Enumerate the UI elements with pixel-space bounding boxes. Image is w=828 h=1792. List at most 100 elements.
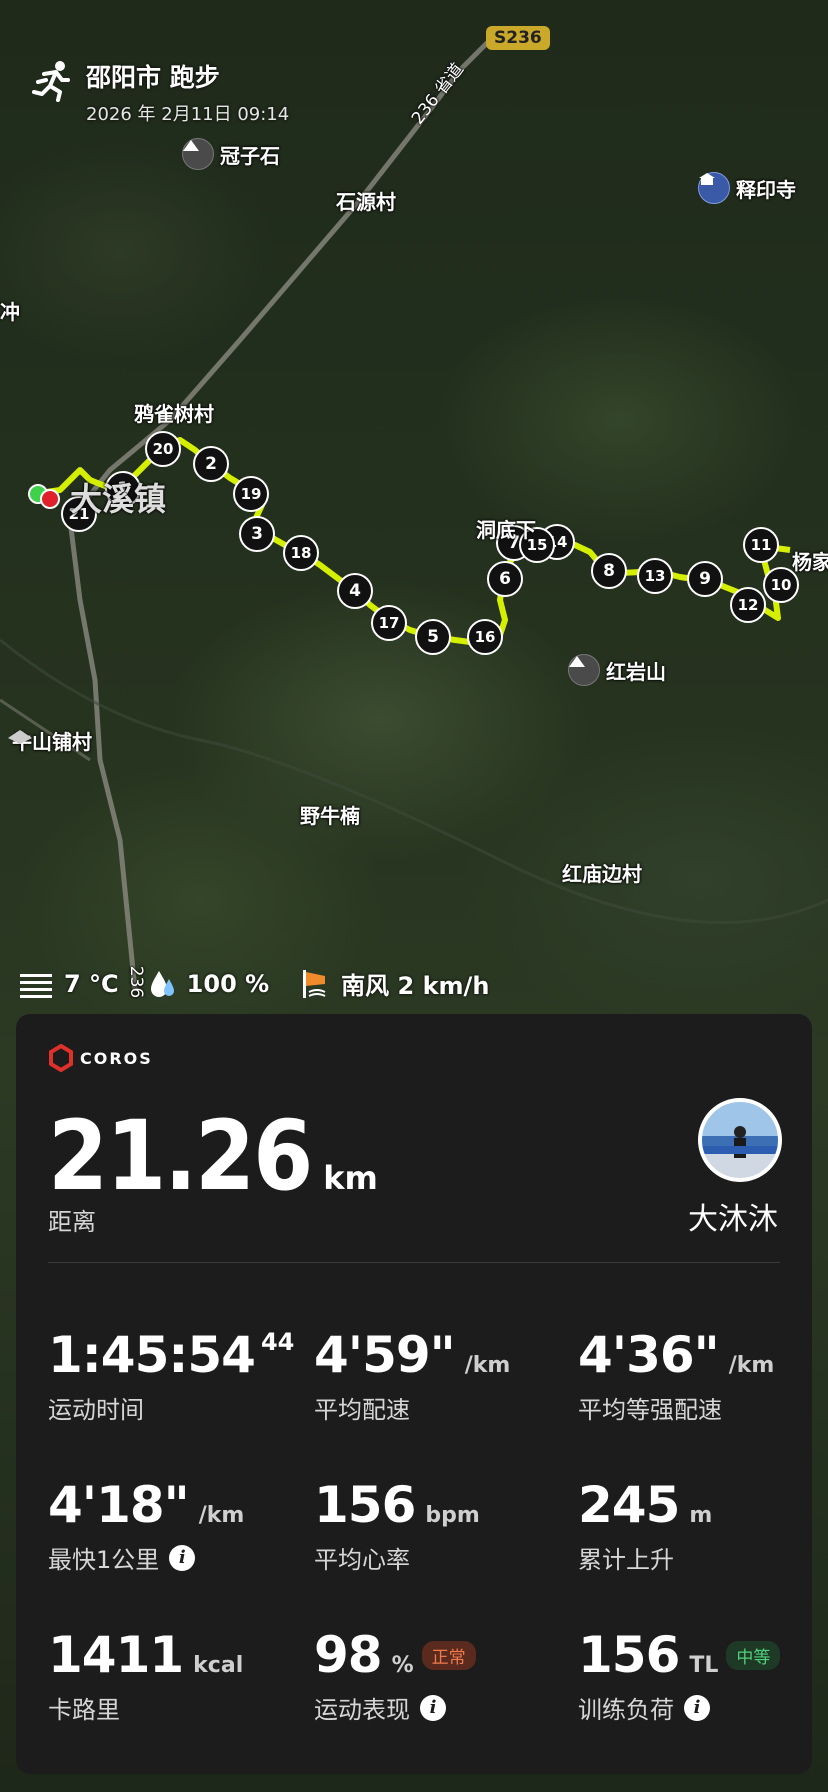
km-marker[interactable]: 11 <box>743 527 779 563</box>
stat-unit: /km <box>464 1353 511 1378</box>
info-icon[interactable]: i <box>420 1694 446 1721</box>
road-badge-s236: S236 <box>486 26 550 50</box>
brand-logo: COROS <box>48 1044 153 1072</box>
distance-label: 距离 <box>48 1208 96 1236</box>
stat-label: 累计上升 <box>578 1546 674 1574</box>
weather-bar: 7 °C 100 % 南风 2 km/h <box>18 966 519 1001</box>
stat-unit: kcal <box>193 1653 244 1678</box>
distance-number: 21.26 <box>48 1100 313 1212</box>
activity-header: 邵阳市 跑步 2026 年 2月11日 09:14 <box>30 58 289 126</box>
stat-label: 平均等强配速 <box>578 1396 722 1424</box>
stat-performance: 98% 正常 运动表现 i <box>314 1626 564 1725</box>
status-badge: 正常 <box>421 1640 476 1670</box>
stat-label: 运动表现 <box>314 1696 410 1724</box>
temperature-item: 7 °C <box>18 970 119 998</box>
km-marker[interactable]: 5 <box>415 619 451 655</box>
poi-shiyinsi[interactable]: 释印寺 <box>698 172 796 204</box>
stat-hundredths: 44 <box>260 1328 295 1356</box>
stat-unit: /km <box>198 1503 245 1528</box>
village-shiyuancun: 石源村 <box>336 190 396 214</box>
km-marker[interactable]: 4 <box>337 573 373 609</box>
stat-label: 运动时间 <box>48 1396 144 1424</box>
stat-value: 156 <box>578 1626 680 1684</box>
stat-value: 4'59" <box>314 1326 456 1384</box>
place-yeniunan: 野牛楠 <box>300 804 360 828</box>
avatar-image <box>702 1126 778 1158</box>
brand-name: COROS <box>80 1048 153 1068</box>
status-badge: 中等 <box>726 1640 781 1670</box>
place-chong: 冲 <box>0 300 20 324</box>
fog-icon <box>20 973 52 998</box>
km-marker[interactable]: 13 <box>637 558 673 594</box>
town-label: 大溪镇 <box>70 480 167 518</box>
divider <box>48 1262 780 1263</box>
wind-value: 南风 2 km/h <box>341 972 490 1000</box>
stat-value: 1:45:54 <box>48 1326 256 1384</box>
poi-label: 释印寺 <box>736 177 796 202</box>
stat-ascent: 245 m 累计上升 <box>578 1476 828 1575</box>
stat-duration: 1:45:54 44 运动时间 <box>48 1326 298 1425</box>
stat-value: 4'18" <box>48 1476 190 1534</box>
km-marker[interactable]: 8 <box>591 553 627 589</box>
stat-value: 245 <box>578 1476 680 1534</box>
poi-niushanpucun[interactable]: 牛山铺村 <box>6 726 92 755</box>
stat-label: 平均配速 <box>314 1396 410 1424</box>
stat-training-load: 156 TL 中等 训练负荷 i <box>578 1626 828 1725</box>
village-yangjia: 杨家 <box>792 550 828 574</box>
stat-avg-hr: 156 bpm 平均心率 <box>314 1476 564 1575</box>
km-marker[interactable]: 6 <box>487 561 523 597</box>
activity-datetime: 2026 年 2月11日 09:14 <box>86 104 290 125</box>
activity-title: 邵阳市 跑步 <box>86 63 220 92</box>
stat-value: 98 <box>314 1626 383 1684</box>
stat-avg-pace: 4'59" /km 平均配速 <box>314 1326 564 1425</box>
km-marker[interactable]: 17 <box>371 605 407 641</box>
end-marker[interactable] <box>40 489 60 509</box>
stat-fastest-km: 4'18" /km 最快1公里 i <box>48 1476 298 1575</box>
km-marker[interactable]: 16 <box>467 619 503 655</box>
km-marker[interactable]: 3 <box>239 516 275 552</box>
stat-label: 训练负荷 <box>578 1696 674 1724</box>
stats-card: COROS 21.26 km 距离 大沐沐 1:45:54 44 运动时间 4'5… <box>16 1014 812 1774</box>
km-marker[interactable]: 12 <box>730 587 766 623</box>
temple-icon <box>698 172 730 204</box>
km-marker[interactable]: 2 <box>193 446 229 482</box>
poi-label: 红岩山 <box>606 659 666 684</box>
km-marker[interactable]: 20 <box>145 431 181 467</box>
village-yaqueshucun: 鸦雀树村 <box>134 402 214 426</box>
stat-value: 1411 <box>48 1626 184 1684</box>
stat-unit: % <box>391 1653 414 1678</box>
distance-value: 21.26 km <box>48 1100 378 1212</box>
stat-unit: m <box>689 1503 713 1528</box>
stat-unit: /km <box>728 1353 775 1378</box>
stat-value: 4'36" <box>578 1326 720 1384</box>
temperature-value: 7 °C <box>64 969 119 998</box>
stat-unit: TL <box>689 1653 719 1678</box>
avatar[interactable] <box>698 1098 782 1182</box>
info-icon[interactable]: i <box>684 1694 710 1721</box>
stat-calories: 1411 kcal 卡路里 <box>48 1626 298 1725</box>
running-icon <box>32 61 70 102</box>
run-route <box>39 437 791 645</box>
mountain-icon <box>182 138 214 170</box>
village-hongmiaobiancun: 红庙边村 <box>562 862 642 886</box>
wind-flag-icon <box>303 969 326 998</box>
poi-label: 冠子石 <box>220 143 280 168</box>
poi-guanzishi[interactable]: 冠子石 <box>182 138 280 170</box>
humidity-value: 100 % <box>186 969 270 998</box>
mountain-icon <box>568 654 600 686</box>
stat-adjusted-pace: 4'36" /km 平均等强配速 <box>578 1326 828 1425</box>
stat-label: 卡路里 <box>48 1696 120 1724</box>
wind-item: 南风 2 km/h <box>299 966 489 1001</box>
coros-logo-icon <box>49 1044 73 1072</box>
stat-value: 156 <box>314 1476 416 1534</box>
poi-hongyanshan[interactable]: 红岩山 <box>568 654 666 686</box>
username[interactable]: 大沐沐 <box>688 1194 778 1238</box>
humidity-icon <box>150 970 174 997</box>
info-icon[interactable]: i <box>169 1544 196 1571</box>
km-marker[interactable]: 9 <box>687 561 723 597</box>
distance-unit: km <box>323 1159 378 1197</box>
humidity-item: 100 % <box>149 969 270 999</box>
km-marker[interactable]: 19 <box>233 476 269 512</box>
village-dongdixia: 洞底下 <box>476 518 536 542</box>
km-marker[interactable]: 18 <box>283 535 319 571</box>
